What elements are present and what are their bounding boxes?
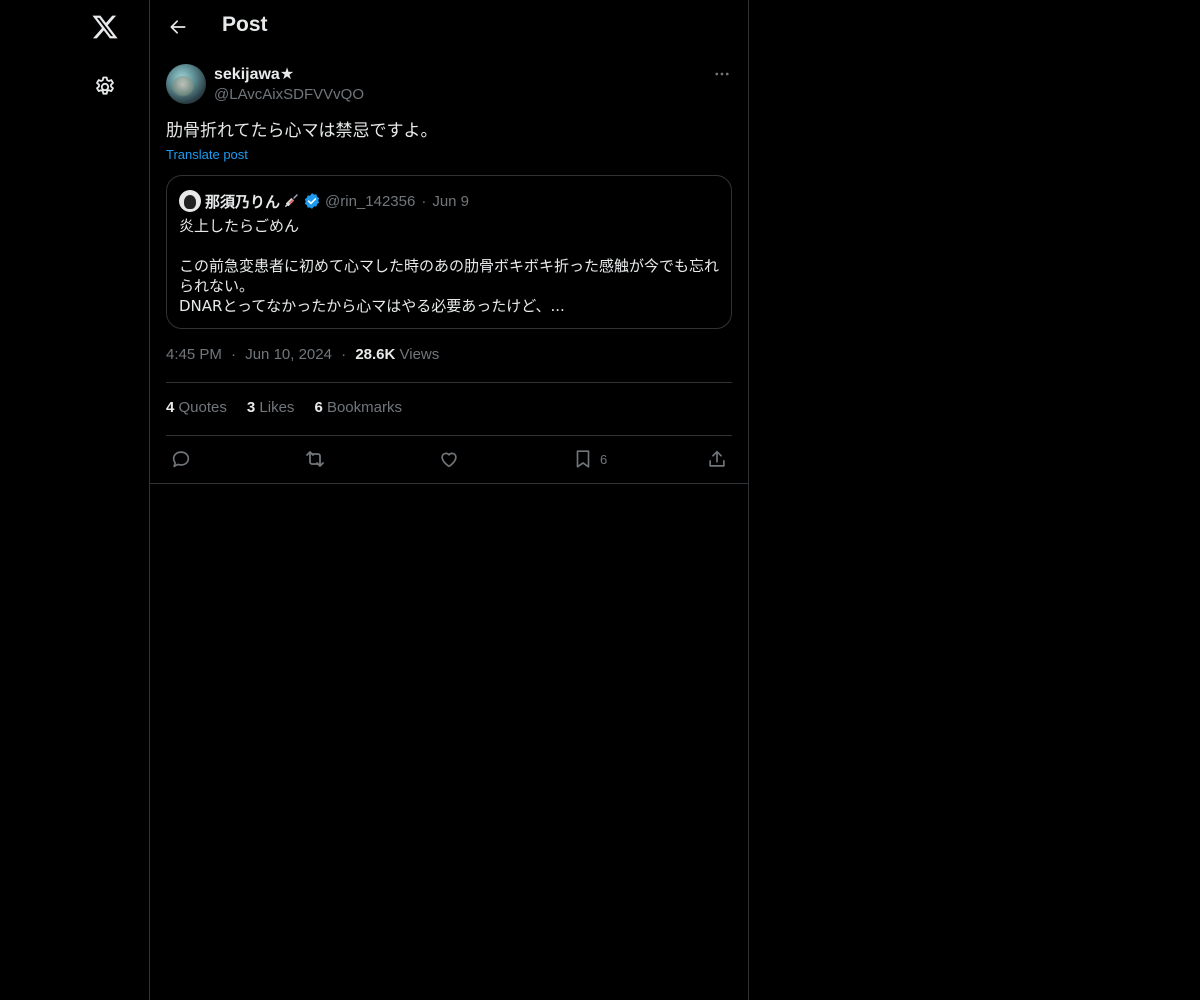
page-title: Post xyxy=(222,13,268,36)
divider xyxy=(166,435,732,436)
share-icon[interactable] xyxy=(706,446,728,472)
repost-icon[interactable] xyxy=(303,446,327,472)
arrow-left-icon[interactable] xyxy=(160,9,196,45)
author-block: sekijawa★ @LAvcAixSDFVVvQO xyxy=(214,65,364,105)
main-column: Post sekijawa★ @LAvcAixSDFVVvQO 肋骨折れてたら心… xyxy=(150,0,749,1000)
quote-text: 炎上したらごめん この前急変患者に初めて心マした時のあの肋骨ボキボキ折った感触が… xyxy=(179,216,721,316)
top-bar: Post xyxy=(150,0,748,54)
post-stats: 4 Quotes 3 Likes 6 Bookmarks xyxy=(166,399,402,416)
quote-separator: · xyxy=(421,192,427,210)
quote-date[interactable]: Jun 9 xyxy=(432,193,469,210)
bookmark-icon xyxy=(572,448,594,470)
bookmarks-stat[interactable]: 6 Bookmarks xyxy=(314,399,402,416)
quoted-post[interactable]: 那須乃りん @rin_142356 · Jun 9 炎上したらごめん この前急変… xyxy=(166,175,732,329)
avatar[interactable] xyxy=(166,64,206,104)
quote-line: この前急変患者に初めて心マした時のあの肋骨ボキボキ折った感触が今でも忘れ xyxy=(179,257,720,275)
verified-badge-icon xyxy=(303,192,321,210)
bookmark-button[interactable]: 6 xyxy=(572,446,607,472)
syringe-icon xyxy=(282,192,300,210)
left-sidebar xyxy=(0,0,150,1000)
quote-avatar[interactable] xyxy=(179,190,201,212)
reply-icon[interactable] xyxy=(170,446,192,472)
post-meta: 4:45 PM · Jun 10, 2024 · 28.6K Views xyxy=(166,346,439,363)
views-count: 28.6K xyxy=(355,346,396,363)
meta-separator: · xyxy=(231,346,237,363)
meta-separator: · xyxy=(341,346,347,363)
post-time[interactable]: 4:45 PM xyxy=(166,346,222,363)
heart-icon[interactable] xyxy=(438,446,460,472)
translate-post-link[interactable]: Translate post xyxy=(166,147,248,162)
post-text: 肋骨折れてたら心マは禁忌ですよ。 xyxy=(166,121,438,141)
quote-line: DNARとってなかったから心マはやる必要あったけど、... xyxy=(179,297,565,315)
quote-blank-line xyxy=(179,236,721,256)
quote-header: 那須乃りん @rin_142356 · Jun 9 xyxy=(179,189,469,213)
divider xyxy=(166,382,732,383)
author-handle[interactable]: @LAvcAixSDFVVvQO xyxy=(214,85,364,105)
bookmarks-label: Bookmarks xyxy=(326,399,402,416)
more-horizontal-icon[interactable] xyxy=(712,64,732,84)
quotes-count: 4 xyxy=(166,399,175,416)
gear-icon[interactable] xyxy=(78,60,132,114)
quote-display-name[interactable]: 那須乃りん xyxy=(205,191,280,212)
quote-handle[interactable]: @rin_142356 xyxy=(325,193,415,210)
likes-count: 3 xyxy=(246,399,256,416)
likes-label: Likes xyxy=(259,399,295,416)
likes-stat[interactable]: 3 Likes xyxy=(247,399,295,416)
post-bottom-border xyxy=(150,483,748,484)
author-display-name[interactable]: sekijawa★ xyxy=(214,65,364,85)
quotes-label: Quotes xyxy=(178,399,227,416)
quote-line: られない。 xyxy=(179,277,255,295)
post-actions: 6 xyxy=(166,446,732,472)
quote-line: 炎上したらごめん xyxy=(179,217,300,235)
views-label: Views xyxy=(399,346,440,363)
bookmarks-count: 6 xyxy=(314,399,323,416)
post-date[interactable]: Jun 10, 2024 xyxy=(245,346,332,363)
x-logo-icon[interactable] xyxy=(78,0,132,54)
bookmark-count: 6 xyxy=(600,451,608,467)
quotes-stat[interactable]: 4 Quotes xyxy=(166,399,227,416)
